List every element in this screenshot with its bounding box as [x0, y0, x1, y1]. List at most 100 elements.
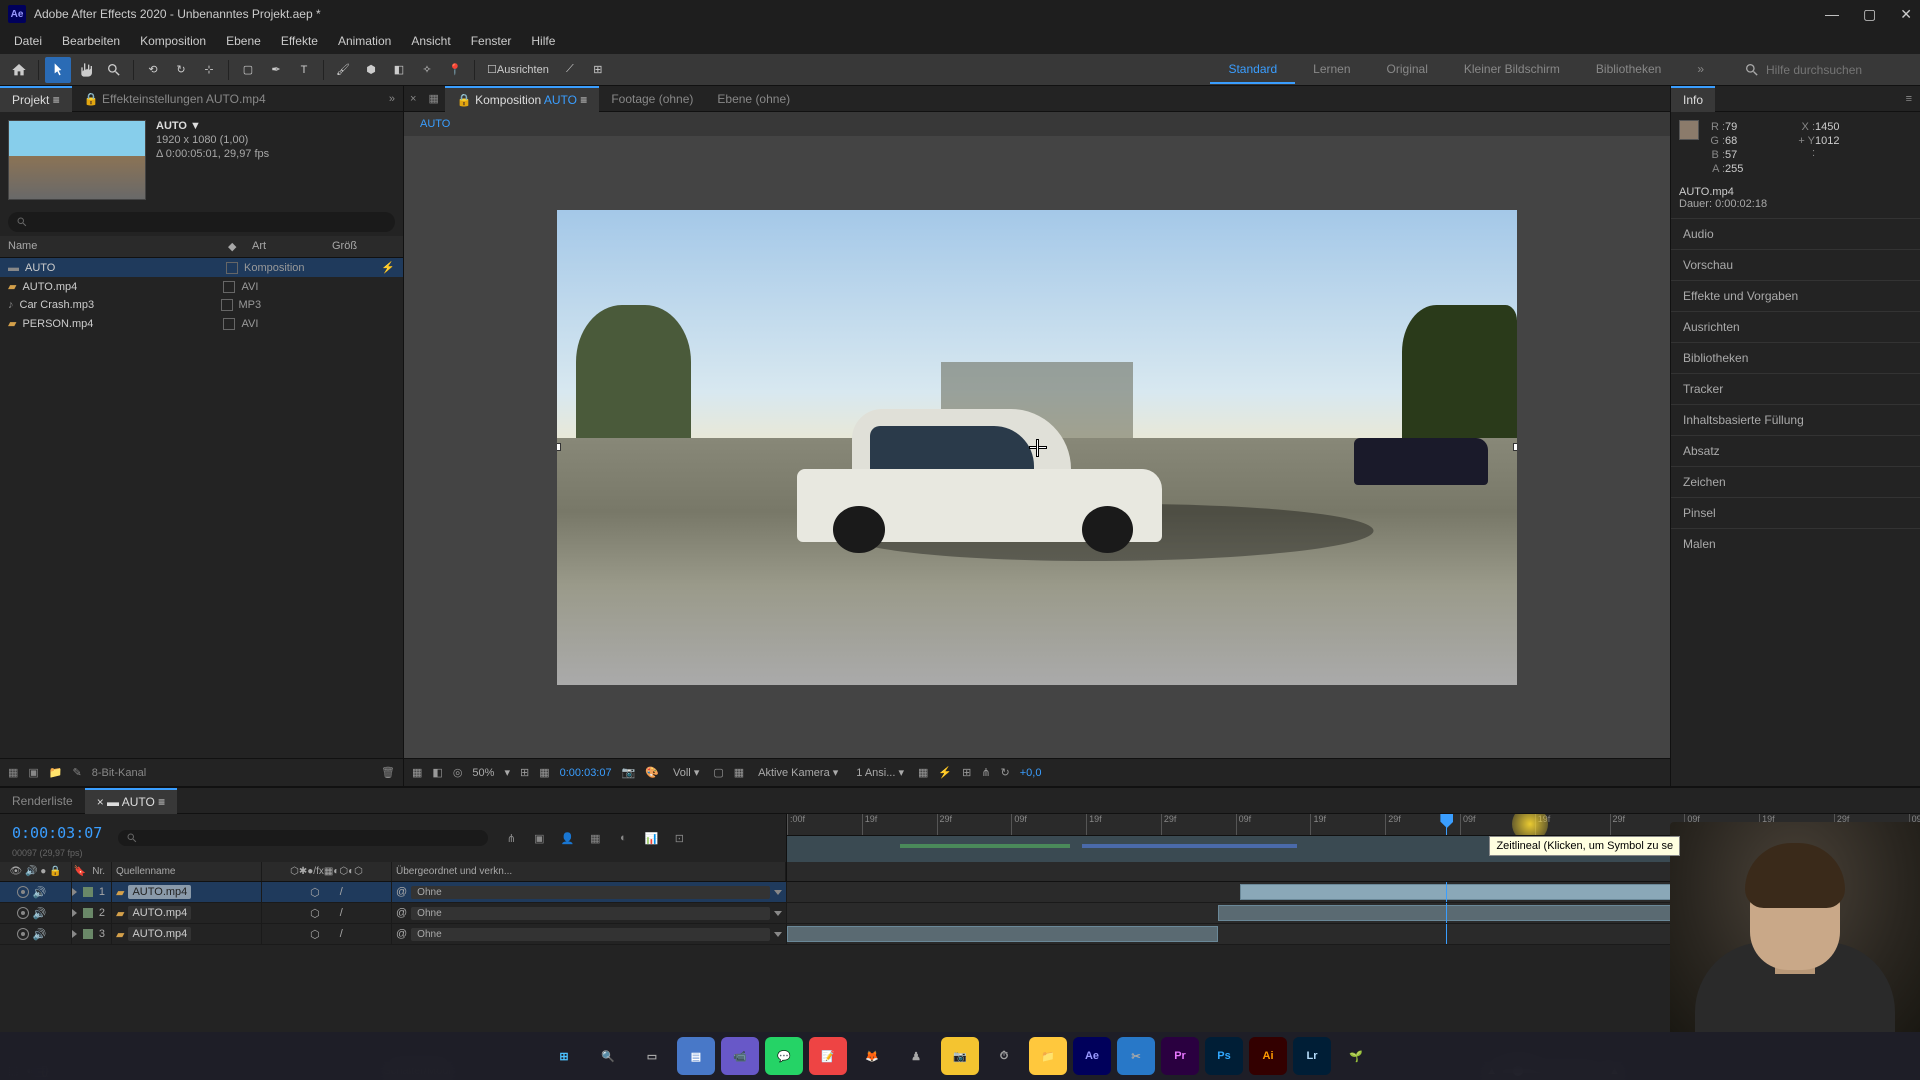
dropdown-arrow[interactable]	[774, 890, 782, 895]
taskbar-lr[interactable]: Lr	[1293, 1037, 1331, 1075]
workspace-original[interactable]: Original	[1369, 56, 1446, 84]
layer-name[interactable]: AUTO.mp4	[128, 885, 191, 899]
layer-row[interactable]: 🔊 3 ▰AUTO.mp4 ⬡/ @Ohne	[0, 924, 1920, 945]
visibility-toggle[interactable]	[17, 886, 29, 898]
comp-mini-flow-icon[interactable]: ⋔	[500, 827, 522, 849]
taskbar-app-15[interactable]: 🌱	[1337, 1037, 1375, 1075]
menu-datei[interactable]: Datei	[4, 30, 52, 52]
pickwhip-icon[interactable]: @	[396, 928, 407, 940]
workspace-kleiner[interactable]: Kleiner Bildschirm	[1446, 56, 1578, 84]
pin-tool[interactable]: 📍	[442, 57, 468, 83]
taskbar-app-1[interactable]: ▤	[677, 1037, 715, 1075]
snap-grid[interactable]: ⊞	[585, 57, 611, 83]
playhead[interactable]	[1446, 814, 1447, 835]
selection-tool[interactable]	[45, 57, 71, 83]
taskbar-app-10[interactable]: ✂	[1117, 1037, 1155, 1075]
layer-switch[interactable]: /	[340, 907, 343, 919]
taskbar-firefox[interactable]: 🦊	[853, 1037, 891, 1075]
section-effekte[interactable]: Effekte und Vorgaben	[1671, 280, 1920, 311]
camera-dropdown[interactable]: Aktive Kamera ▾	[754, 764, 842, 781]
layer-label-color[interactable]	[83, 908, 93, 918]
col-type[interactable]: Art	[252, 240, 332, 253]
audio-toggle[interactable]: 🔊	[33, 907, 47, 920]
timeline-icon[interactable]: ⊞	[962, 766, 971, 779]
layer-label-color[interactable]	[83, 887, 93, 897]
rectangle-tool[interactable]: ▢	[235, 57, 261, 83]
menu-fenster[interactable]: Fenster	[461, 30, 522, 52]
delete-icon[interactable]: 🗑	[381, 766, 395, 779]
interpret-icon[interactable]: ▦	[8, 766, 18, 779]
taskbar-ai[interactable]: Ai	[1249, 1037, 1287, 1075]
anchor-point-icon[interactable]	[1029, 439, 1045, 455]
section-ausrichten[interactable]: Ausrichten	[1671, 311, 1920, 342]
taskbar-obs[interactable]: ⏱	[985, 1037, 1023, 1075]
adjust-icon[interactable]: ✎	[73, 766, 82, 779]
maximize-button[interactable]: ▢	[1863, 6, 1876, 23]
zoom-level[interactable]: 50%	[472, 767, 494, 779]
taskbar-pr[interactable]: Pr	[1161, 1037, 1199, 1075]
workspace-standard[interactable]: Standard	[1210, 56, 1295, 84]
layer-switch[interactable]: ⬡	[310, 928, 320, 941]
layer-name[interactable]: AUTO.mp4	[128, 906, 191, 920]
taskbar-app-4[interactable]: 📝	[809, 1037, 847, 1075]
project-item-auto-mp4[interactable]: ▰AUTO.mp4 AVI	[0, 277, 403, 296]
parent-dropdown[interactable]: Ohne	[411, 907, 770, 920]
shy-icon[interactable]: 👤	[556, 827, 578, 849]
mask-icon[interactable]: ◎	[453, 766, 463, 779]
menu-effekte[interactable]: Effekte	[271, 30, 328, 52]
taskbar-whatsapp[interactable]: 💬	[765, 1037, 803, 1075]
pixel-aspect-icon[interactable]: ▦	[918, 766, 928, 779]
reset-exp-icon[interactable]: ↻	[1001, 766, 1010, 779]
project-tab[interactable]: Projekt ≡	[0, 86, 72, 112]
taskbar-ps[interactable]: Ps	[1205, 1037, 1243, 1075]
roi-icon[interactable]: ▢	[713, 766, 723, 779]
expand-toggle[interactable]	[72, 930, 77, 938]
section-absatz[interactable]: Absatz	[1671, 435, 1920, 466]
project-search[interactable]	[8, 212, 395, 232]
help-search-input[interactable]	[1766, 63, 1906, 77]
expand-toggle[interactable]	[72, 909, 77, 917]
pickwhip-icon[interactable]: @	[396, 886, 407, 898]
project-item-auto-comp[interactable]: ▬AUTO Komposition ⚡	[0, 258, 403, 277]
composition-tab[interactable]: 🔒 Komposition AUTO ≡	[445, 86, 599, 112]
expand-toggle[interactable]	[72, 888, 77, 896]
close-button[interactable]: ✕	[1900, 6, 1912, 23]
taskbar-taskview[interactable]: ▭	[633, 1037, 671, 1075]
section-tracker[interactable]: Tracker	[1671, 373, 1920, 404]
alpha-icon[interactable]: ▦	[412, 766, 422, 779]
workspace-overflow[interactable]: »	[1679, 56, 1722, 84]
workspace-bibliotheken[interactable]: Bibliotheken	[1578, 56, 1679, 84]
layer-label-color[interactable]	[83, 929, 93, 939]
panel-menu-icon[interactable]: ≡	[1898, 93, 1920, 105]
project-item-car-crash[interactable]: ♪Car Crash.mp3 MP3	[0, 296, 403, 314]
section-bibliotheken[interactable]: Bibliotheken	[1671, 342, 1920, 373]
menu-komposition[interactable]: Komposition	[130, 30, 216, 52]
dropdown-arrow[interactable]	[774, 911, 782, 916]
channel-icon[interactable]: 🎨	[645, 766, 659, 779]
pen-tool[interactable]: ✒	[263, 57, 289, 83]
layer-switch[interactable]: ⬡	[310, 907, 320, 920]
current-time[interactable]: 0:00:03:07	[560, 767, 612, 779]
audio-toggle[interactable]: 🔊	[33, 928, 47, 941]
zoom-tool[interactable]	[101, 57, 127, 83]
pickwhip-icon[interactable]: @	[396, 907, 407, 919]
eraser-tool[interactable]: ◧	[386, 57, 412, 83]
text-tool[interactable]: T	[291, 57, 317, 83]
transparency-icon[interactable]: ▦	[734, 766, 744, 779]
new-comp-icon[interactable]: ▣	[28, 766, 38, 779]
menu-ansicht[interactable]: Ansicht	[401, 30, 460, 52]
taskbar-ae[interactable]: Ae	[1073, 1037, 1111, 1075]
grid-icon[interactable]: ⊞	[520, 766, 529, 779]
taskbar-app-2[interactable]: 📹	[721, 1037, 759, 1075]
rotate-tool[interactable]: ↻	[168, 57, 194, 83]
visibility-toggle[interactable]	[17, 928, 29, 940]
help-search[interactable]	[1736, 62, 1914, 78]
exposure-value[interactable]: +0,0	[1020, 767, 1042, 779]
new-folder-icon[interactable]: 📁	[49, 766, 63, 779]
section-malen[interactable]: Malen	[1671, 528, 1920, 559]
section-inhalt[interactable]: Inhaltsbasierte Füllung	[1671, 404, 1920, 435]
hand-tool[interactable]	[73, 57, 99, 83]
col-size[interactable]: Größ	[332, 240, 357, 253]
views-dropdown[interactable]: 1 Ansi... ▾	[852, 764, 908, 781]
visibility-toggle[interactable]	[17, 907, 29, 919]
